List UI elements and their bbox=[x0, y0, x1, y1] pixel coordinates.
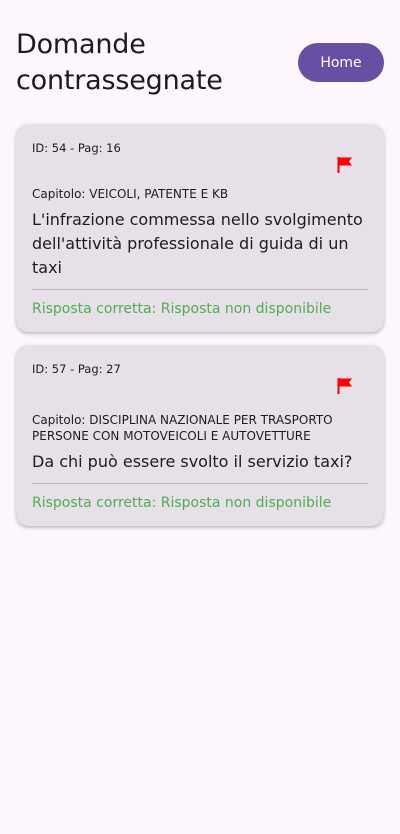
question-chapter: Capitolo: VEICOLI, PATENTE E KB bbox=[32, 187, 229, 201]
question-chapter: Capitolo: DISCIPLINA NAZIONALE PER TRASP… bbox=[32, 413, 333, 443]
question-text: Da chi può essere svolto il servizio tax… bbox=[32, 452, 353, 471]
home-button[interactable]: Home bbox=[298, 43, 384, 82]
question-meta: ID: 54 - Pag: 16 bbox=[32, 141, 121, 155]
flagged-questions-list: ID: 54 - Pag: 16 Capitolo: VEICOLI, PATE… bbox=[16, 124, 384, 539]
page-title: Domande contrassegnate bbox=[16, 29, 223, 96]
divider bbox=[32, 289, 368, 290]
app-header: Domande contrassegnate Home bbox=[0, 0, 400, 110]
question-card[interactable]: ID: 57 - Pag: 27 Capitolo: DISCIPLINA NA… bbox=[16, 345, 384, 526]
question-card[interactable]: ID: 54 - Pag: 16 Capitolo: VEICOLI, PATE… bbox=[16, 124, 384, 332]
question-meta: ID: 57 - Pag: 27 bbox=[32, 362, 121, 376]
correct-answer: Risposta corretta: Risposta non disponib… bbox=[32, 495, 332, 511]
flag-icon[interactable] bbox=[336, 156, 354, 174]
flag-icon[interactable] bbox=[336, 377, 354, 395]
question-text: L'infrazione commessa nello svolgimento … bbox=[32, 210, 363, 277]
correct-answer: Risposta corretta: Risposta non disponib… bbox=[32, 301, 332, 317]
divider bbox=[32, 483, 368, 484]
